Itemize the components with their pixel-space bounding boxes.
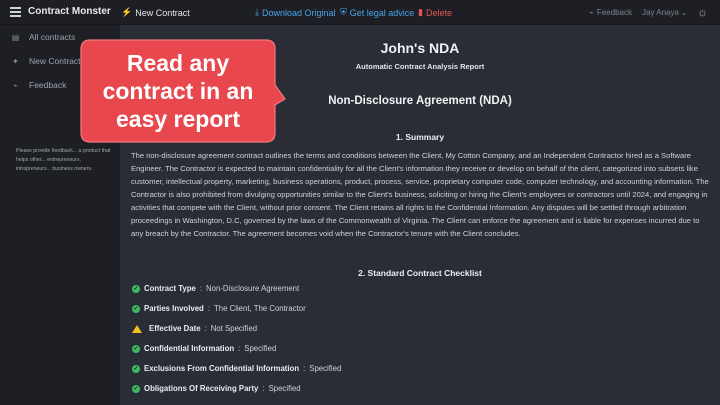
checklist-value: Non-Disclosure Agreement [206,284,300,293]
sidebar-item-new-contract[interactable]: ✦ New Contract [11,56,81,66]
feedback-link[interactable]: ⌁ Feedback [589,8,632,17]
callout-text: Read any contract in an easy report [80,49,276,133]
checklist-item: ✓ Confidential Information: Specified [132,344,277,353]
callout-line: easy report [115,106,240,132]
sidebar-item-label: Feedback [29,80,67,90]
wand-icon: ⚡ [121,7,133,17]
trash-icon: ▮ [418,7,423,17]
sun-icon[interactable]: ☼ [697,5,708,19]
checklist-value: Specified [268,384,301,393]
delete-label: Delete [425,7,452,18]
sidebar-item-feedback[interactable]: ⌁ Feedback [11,80,66,90]
checklist-label: Contract Type [144,284,196,293]
checklist-value: Specified [244,344,277,353]
download-original-button[interactable]: ⤓ Download Original [255,7,336,18]
check-icon: ✓ [132,304,140,313]
promo-callout: Read any contract in an easy report [80,39,287,143]
feedback-note: Please provide feedback... a product tha… [16,148,111,172]
download-label: Download Original [261,7,336,18]
chevron-down-icon: ⌄ [680,8,688,17]
checklist-item: ✓ Exclusions From Confidential Informati… [132,364,342,373]
checklist-value: Not Specified [210,324,258,333]
checklist-item: ✓ Parties Involved: The Client, The Cont… [132,304,306,313]
checklist-label: Effective Date [149,324,201,333]
feedback-label: Feedback [596,8,632,17]
new-contract-label: New Contract [135,7,190,18]
download-icon: ⤓ [255,7,259,17]
warning-icon [132,324,142,333]
legal-advice-label: Get legal advice [349,7,415,18]
document-icon: ▤ [11,32,20,42]
checklist-label: Parties Involved [144,304,204,313]
checklist-value: Specified [309,364,342,373]
checklist-item: Effective Date: Not Specified [132,324,257,333]
menu-icon [10,6,21,17]
user-name: Jay Anaya [642,8,679,17]
legal-advice-button[interactable]: ⛨ Get legal advice [340,7,414,18]
check-icon: ✓ [132,364,140,373]
checklist-value: The Client, The Contractor [213,304,306,313]
sidebar-item-label: New Contract [29,56,81,66]
wand-icon: ✦ [12,56,19,66]
checklist-label: Confidential Information [144,344,235,353]
checklist-item: ✓ Obligations Of Receiving Party: Specif… [132,384,301,393]
check-icon: ✓ [132,384,140,393]
shield-icon: ⛨ [340,7,347,17]
sidebar-item-label: All contracts [29,32,76,42]
checklist-item: ✓ Contract Type: Non-Disclosure Agreemen… [132,284,300,293]
check-icon: ✓ [132,284,140,293]
check-icon: ✓ [132,344,140,353]
callout-line: contract in an [102,78,254,104]
new-contract-button[interactable]: ⚡ New Contract [121,7,190,18]
callout-line: Read any [126,50,230,76]
checklist-label: Obligations Of Receiving Party [144,384,259,393]
brand[interactable]: Contract Monster [10,6,111,17]
megaphone-icon: ⌁ [13,80,18,90]
checklist-label: Exclusions From Confidential Information [144,364,300,373]
user-menu[interactable]: Jay Anaya ⌄ [642,8,688,17]
delete-button[interactable]: ▮ Delete [418,7,452,18]
top-bar: Contract Monster ⚡ New Contract ⤓ Downlo… [0,0,720,25]
summary-text: The non-disclosure agreement contract ou… [131,151,709,238]
brand-name: Contract Monster [28,6,111,17]
sidebar-item-all-contracts[interactable]: ▤ All contracts [11,32,76,42]
checklist-heading: 2. Standard Contract Checklist [358,268,482,278]
megaphone-icon: ⌁ [589,8,594,17]
